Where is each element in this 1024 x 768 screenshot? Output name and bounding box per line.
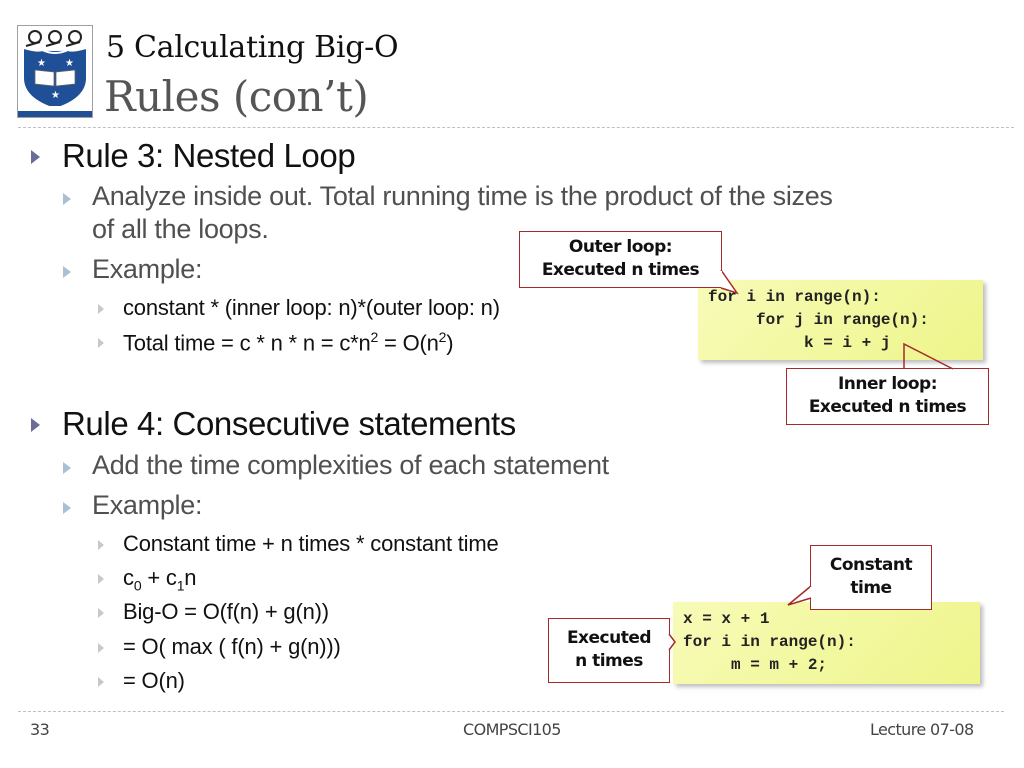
rule4-sub4: = O( max ( f(n) + g(n))) (123, 634, 341, 659)
rule4-example-label: Example: (92, 490, 203, 520)
superscript: 2 (370, 329, 379, 345)
bullet-icon (31, 150, 40, 164)
bullet-icon (31, 418, 40, 432)
code-line: x = x + 1 (683, 610, 770, 628)
rule3-point1-line1: Analyze inside out. Total running time i… (92, 181, 833, 211)
callout-outer-loop: Outer loop: Executed n times (519, 231, 722, 288)
callout-text: Executed n times (541, 260, 700, 280)
bullet-icon (63, 193, 71, 205)
header-divider (18, 127, 1014, 128)
code-line: for j in range(n): (708, 311, 929, 329)
rule4-sub2-text: n (184, 565, 197, 590)
callout-text: Constant (829, 555, 913, 575)
consecutive-statements-code-block: x = x + 1 for i in range(n): m = m + 2; (673, 602, 980, 684)
lecture-label: Lecture 07-08 (870, 720, 974, 739)
bullet-icon (98, 540, 104, 550)
callout-text: time (850, 578, 892, 598)
callout-text: Executed (566, 628, 652, 648)
svg-text:★: ★ (37, 58, 46, 69)
crest-icon: ★ ★ ★ (18, 26, 92, 117)
bullet-icon (63, 502, 71, 514)
rule4-sub5: = O(n) (123, 668, 185, 693)
rule4-sub2: c0 + c1n (123, 565, 197, 593)
rule3-sub2-text: Total time = c * n * n = c*n (123, 330, 371, 356)
callout-pointer-constant (787, 585, 814, 606)
rule4-point1: Add the time complexities of each statem… (92, 450, 609, 480)
rule4-sub2-text: + c (141, 565, 177, 590)
course-name: COMPSCI105 (463, 720, 561, 739)
bullet-icon (98, 608, 104, 618)
code-line: for i in range(n): (683, 633, 856, 651)
bullet-icon (63, 266, 71, 278)
page-number: 33 (30, 720, 50, 739)
bullet-icon (98, 574, 104, 584)
rule3-sub2-text: ) (446, 330, 454, 356)
slide-title: 5 Calculating Big-O (106, 30, 399, 65)
rule4-sub2-text: c (123, 565, 134, 590)
callout-executed-n-times: Executed n times (548, 618, 670, 683)
rule3-sub2: Total time = c * n * n = c*n2 = O(n2) (123, 329, 454, 356)
callout-text: n times (575, 651, 643, 671)
callout-text: Inner loop: (837, 374, 938, 394)
rule4-sub1: Constant time + n times * constant time (123, 531, 499, 556)
callout-inner-loop: Inner loop: Executed n times (786, 368, 989, 425)
bullet-icon (98, 304, 104, 314)
callout-pointer-inner (903, 342, 954, 370)
slide-subtitle: Rules (con’t) (104, 72, 369, 121)
rule3-point1-line2: of all the loops. (92, 214, 269, 244)
rule4-sub3: Big-O = O(f(n) + g(n)) (123, 599, 329, 624)
rule3-sub1: constant * (inner loop: n)*(outer loop: … (123, 295, 500, 320)
bullet-icon (98, 643, 104, 653)
svg-text:★: ★ (51, 90, 60, 101)
code-line: m = m + 2; (683, 656, 828, 674)
rule3-example-label: Example: (92, 254, 203, 284)
bullet-icon (98, 677, 104, 687)
callout-text: Executed n times (808, 397, 967, 417)
rule3-heading: Rule 3: Nested Loop (62, 137, 356, 174)
code-line: for i in range(n): (708, 288, 881, 306)
callout-text: Outer loop: (568, 237, 673, 257)
svg-text:★: ★ (65, 58, 74, 69)
callout-pointer-outer (719, 269, 739, 295)
rule4-heading: Rule 4: Consecutive statements (62, 405, 516, 442)
footer-divider (18, 711, 1004, 712)
university-logo: ★ ★ ★ (17, 25, 93, 118)
callout-constant-time: Constant time (810, 545, 932, 610)
bullet-icon (63, 462, 71, 474)
callout-pointer-executed (668, 633, 676, 651)
rule3-sub2-text: = O(n (378, 330, 439, 356)
bullet-icon (98, 338, 104, 348)
